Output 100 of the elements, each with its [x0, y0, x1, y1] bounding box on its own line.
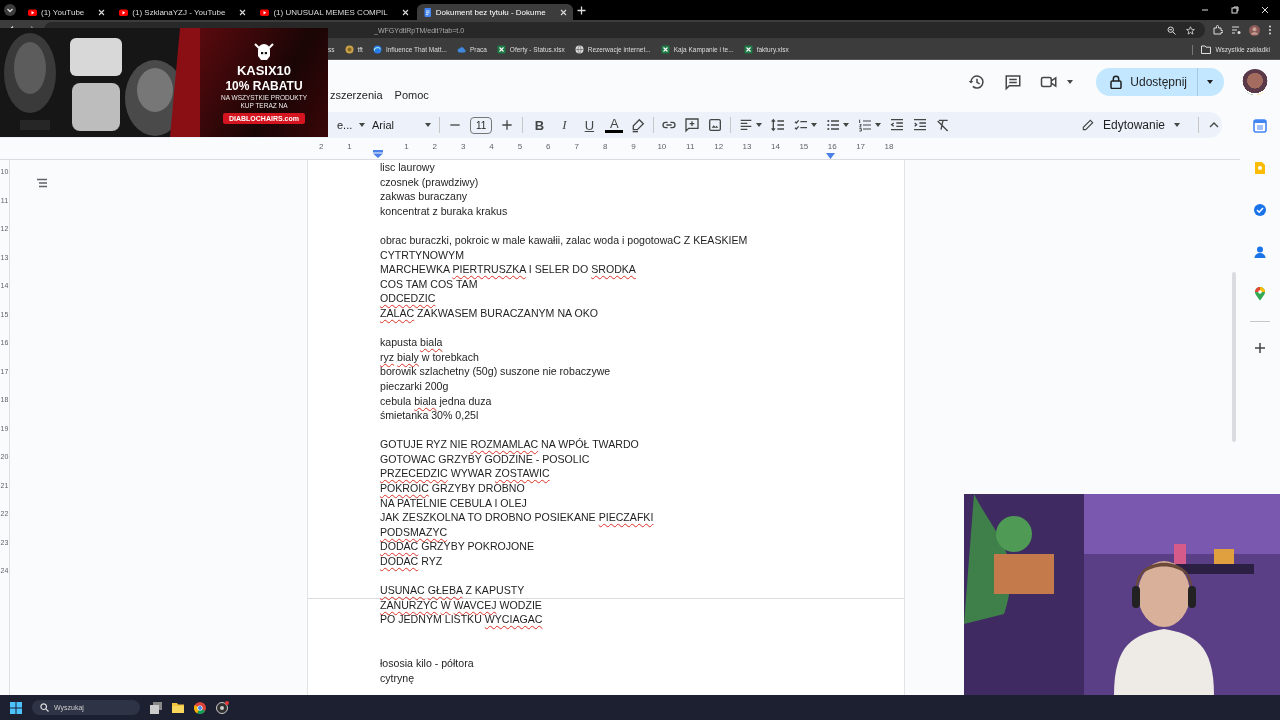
text-line: PODSMAZYC	[380, 524, 449, 540]
pencil-icon	[1080, 118, 1095, 132]
windows-start-icon[interactable]	[10, 701, 22, 714]
star-icon[interactable]	[1186, 25, 1195, 35]
tasks-icon[interactable]	[1253, 203, 1267, 217]
ruler-number: 9	[630, 142, 637, 151]
text-line: COS TAM COS TAM	[380, 276, 479, 292]
ruler-number: 3	[459, 142, 467, 151]
contacts-icon[interactable]	[1254, 245, 1266, 259]
caret-icon[interactable]	[874, 121, 883, 129]
ruler-number: 14	[770, 142, 781, 151]
text-line: ryz bialy w torebkach	[380, 349, 480, 365]
new-tab-icon[interactable]	[576, 5, 586, 15]
text-line: łososia kilo - półtora	[380, 656, 475, 671]
media-icon[interactable]	[1231, 25, 1241, 35]
numbered-list-icon[interactable]	[857, 117, 874, 133]
avatar[interactable]	[1242, 69, 1268, 95]
ruler-number: 10	[656, 142, 668, 151]
minimize-icon[interactable]	[1201, 6, 1209, 14]
text-line: PRZECEDZIC WYWAR ZOSTAWIC	[380, 466, 551, 482]
increase-indent-icon[interactable]	[912, 117, 929, 133]
tab-title: (1) UNUSUAL MEMES COMPIL	[273, 7, 388, 17]
close-icon[interactable]	[401, 8, 409, 16]
folder-icon[interactable]	[172, 702, 184, 713]
promo-code: KASIX10	[236, 62, 292, 78]
editing-mode-dropdown[interactable]: Edytowanie	[1080, 118, 1181, 132]
text-line: CYTRTYNOWYM	[380, 247, 465, 263]
text-line: DODAC RYZ	[380, 554, 444, 569]
puzzle-icon[interactable]	[1213, 25, 1223, 35]
task-view-icon[interactable]	[150, 701, 162, 714]
ruler-number: 2	[317, 142, 325, 151]
ruler-number: 13	[741, 142, 753, 151]
browser-tab[interactable]: Dokument bez tytułu - Dokume	[416, 4, 573, 20]
tab-list-icon[interactable]	[4, 4, 16, 16]
video-call-button[interactable]	[1040, 73, 1075, 91]
caret-icon[interactable]	[810, 121, 819, 129]
close-icon[interactable]	[559, 8, 567, 16]
menu-item[interactable]: Pomoc	[394, 89, 429, 101]
text-line: JAK ZESZKOLNA TO DROBNO POSIEKANE PIECZAFKI	[380, 510, 655, 525]
browser-tab[interactable]: (1) SzklanaYZJ - YouTube	[113, 4, 253, 20]
text-line: borowik szlachetny (50g) suszone nie robaczywe	[380, 364, 612, 379]
browser-icon[interactable]	[194, 701, 206, 714]
document-icon	[422, 7, 432, 17]
add-icon[interactable]	[1254, 342, 1266, 354]
bulleted-list-icon[interactable]	[825, 117, 842, 133]
bold-button[interactable]: B	[530, 117, 549, 133]
italic-button[interactable]: I	[555, 117, 574, 133]
comment-icon[interactable]	[1004, 73, 1023, 91]
highlighter-icon[interactable]	[630, 117, 647, 133]
line-spacing-icon[interactable]	[770, 117, 787, 133]
restore-icon[interactable]	[1231, 6, 1239, 14]
profile-icon[interactable]	[1249, 24, 1260, 36]
close-icon[interactable]	[239, 8, 247, 16]
coin-icon	[344, 45, 354, 54]
video-icon	[28, 7, 37, 17]
style-dropdown[interactable]: e...	[337, 119, 365, 131]
globe-icon	[574, 45, 584, 54]
cloud-icon	[456, 45, 466, 54]
ruler-number: 15	[798, 142, 810, 151]
map-pin-icon[interactable]	[1254, 287, 1266, 301]
menu-item[interactable]: zszerzenia	[330, 89, 383, 101]
video-icon	[260, 7, 270, 17]
text-line: ODCEDZIC	[380, 291, 437, 306]
tab-title: (1) YouTube	[41, 7, 85, 17]
text-line: PO JEDNYM LISTKU WYCIAGAC	[380, 612, 544, 627]
caret-icon	[424, 121, 432, 129]
ruler-number: 16	[826, 142, 838, 151]
font-size-field[interactable]: 11	[470, 116, 493, 134]
text-line: DODAC GRZYBY POKROJONE	[380, 539, 536, 555]
record-app-icon[interactable]	[216, 701, 229, 714]
checklist-icon[interactable]	[793, 117, 810, 133]
caret-icon[interactable]	[842, 121, 851, 129]
text-line: koncentrat z buraka krakus	[380, 203, 509, 219]
text-color-button[interactable]: A	[605, 117, 624, 133]
lock-icon	[1110, 75, 1123, 89]
close-icon[interactable]	[1261, 6, 1269, 14]
browser-tab[interactable]: (1) UNUSUAL MEMES COMPIL	[254, 4, 415, 20]
spreadsheet-icon	[660, 45, 670, 54]
close-icon[interactable]	[98, 8, 106, 16]
browser-tab[interactable]: (1) YouTube	[22, 4, 112, 20]
history-icon[interactable]	[968, 73, 987, 91]
font-dropdown[interactable]: Arial	[372, 119, 432, 131]
caret-icon[interactable]	[755, 121, 764, 129]
search-icon	[40, 703, 49, 712]
text-line: USUNAC GŁEBA Z KAPUSTY	[380, 583, 526, 598]
ruler-number: 2	[431, 142, 438, 151]
zoom-icon[interactable]	[1167, 25, 1176, 35]
skull-logo-icon	[253, 41, 275, 62]
image-icon[interactable]	[707, 117, 724, 133]
ruler-number: 1	[403, 142, 410, 151]
outline-icon[interactable]	[36, 178, 48, 188]
add-comment-icon[interactable]	[684, 117, 701, 133]
indent-marker-icon[interactable]	[372, 150, 383, 158]
decrease-indent-icon[interactable]	[889, 117, 906, 133]
underline-button[interactable]: U	[580, 117, 599, 133]
text-line: lisc laurowy	[380, 160, 436, 175]
video-camera-icon	[1040, 73, 1059, 91]
ruler-number: 7	[573, 142, 580, 151]
more-icon[interactable]	[1268, 25, 1272, 35]
calendar-icon[interactable]	[1253, 119, 1267, 133]
